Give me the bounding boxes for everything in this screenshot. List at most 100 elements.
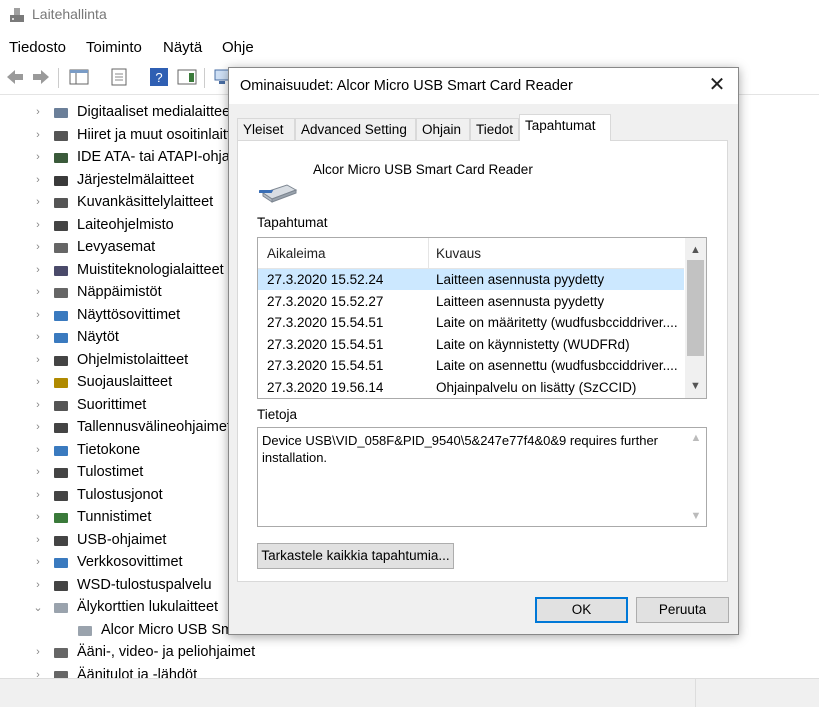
expand-chevron-icon[interactable]: ›	[32, 354, 44, 366]
event-row[interactable]: 27.3.2020 19.56.14 Ohjainpalvelu on lisät…	[258, 377, 684, 398]
cancel-button[interactable]: Peruuta	[636, 597, 729, 623]
action-pane-icon[interactable]	[176, 66, 198, 88]
event-row[interactable]: 27.3.2020 15.52.24 Laitteen asennusta pyy…	[258, 269, 684, 290]
menu-action[interactable]: Toiminto	[86, 39, 142, 56]
info-scrollbar[interactable]: ▲ ▼	[686, 428, 706, 526]
menu-help[interactable]: Ohje	[222, 39, 254, 56]
expand-chevron-icon[interactable]: ›	[32, 646, 44, 658]
column-separator[interactable]	[428, 238, 429, 268]
expand-chevron-icon[interactable]: ›	[32, 421, 44, 433]
expand-chevron-icon[interactable]: ›	[32, 579, 44, 591]
expand-chevron-icon[interactable]: ›	[32, 376, 44, 388]
tree-category-item[interactable]: › Verkkosovittimet	[0, 552, 260, 574]
menu-view[interactable]: Näytä	[163, 39, 202, 56]
tree-category-item[interactable]: › Levyasemat	[0, 237, 260, 259]
console-tree-icon[interactable]	[68, 66, 90, 88]
tree-item-label: USB-ohjaimet	[77, 531, 167, 548]
column-header-timestamp[interactable]: Aikaleima	[267, 246, 326, 261]
event-row[interactable]: 27.3.2020 15.54.51 Laite on asennettu (wu…	[258, 355, 684, 376]
tree-category-item[interactable]: › Hiiret ja muut osoitinlaitteet	[0, 125, 260, 147]
monitor-icon	[54, 333, 68, 343]
events-scrollbar[interactable]: ▲ ▼	[685, 238, 706, 398]
expand-chevron-icon[interactable]: ›	[32, 264, 44, 276]
expand-chevron-icon[interactable]: ›	[32, 489, 44, 501]
expand-chevron-icon[interactable]: ›	[32, 669, 44, 679]
media-device-icon	[54, 108, 68, 118]
tree-category-item[interactable]: › USB-ohjaimet	[0, 530, 260, 552]
close-icon[interactable]: ✕	[706, 74, 728, 96]
expand-chevron-icon[interactable]: ›	[32, 534, 44, 546]
event-timestamp: 27.3.2020 15.52.24	[267, 272, 384, 287]
forward-arrow-icon[interactable]	[30, 66, 52, 88]
tab-advanced-setting[interactable]: Advanced Setting	[295, 118, 416, 140]
menu-file[interactable]: Tiedosto	[9, 39, 66, 56]
tree-device-item[interactable]: Alcor Micro USB Smart Card Reader	[0, 620, 337, 642]
tree-category-item[interactable]: › Ääni-, video- ja peliohjaimet	[0, 642, 260, 664]
expand-chevron-icon[interactable]: ›	[32, 219, 44, 231]
expand-chevron-icon[interactable]: ›	[32, 444, 44, 456]
tree-category-item[interactable]: › IDE ATA- tai ATAPI-ohjaimet	[0, 147, 260, 169]
network-adapter-icon	[54, 558, 68, 568]
ide-controller-icon	[54, 153, 68, 163]
keyboard-icon	[54, 288, 68, 298]
display-adapter-icon	[54, 310, 68, 321]
tree-category-item[interactable]: › Näyttösovittimet	[0, 305, 260, 327]
tree-category-item[interactable]: ⌄ Älykorttien lukulaitteet	[0, 597, 260, 619]
expand-chevron-icon[interactable]: ›	[32, 286, 44, 298]
tree-category-item[interactable]: › Muistiteknologialaitteet	[0, 260, 260, 282]
collapse-chevron-icon[interactable]: ⌄	[32, 601, 44, 614]
expand-chevron-icon[interactable]: ›	[32, 511, 44, 523]
scroll-down-icon[interactable]: ▼	[685, 376, 706, 396]
back-arrow-icon[interactable]	[4, 66, 26, 88]
expand-chevron-icon[interactable]: ›	[32, 556, 44, 568]
expand-chevron-icon[interactable]: ›	[32, 241, 44, 253]
expand-chevron-icon[interactable]: ›	[32, 331, 44, 343]
event-row[interactable]: 27.3.2020 15.54.51 Laite on käynnistetty …	[258, 334, 684, 355]
expand-chevron-icon[interactable]: ›	[32, 399, 44, 411]
tab-details[interactable]: Tiedot	[470, 118, 519, 140]
scroll-down-icon[interactable]: ▼	[686, 510, 706, 522]
tree-category-item[interactable]: › Suorittimet	[0, 395, 260, 417]
help-icon[interactable]: ?	[148, 66, 170, 88]
view-all-events-button[interactable]: Tarkastele kaikkia tapahtumia...	[257, 543, 454, 569]
event-row[interactable]: 27.3.2020 15.52.27 Laitteen asennusta pyy…	[258, 291, 684, 312]
tree-category-item[interactable]: › Suojauslaitteet	[0, 372, 260, 394]
tree-category-item[interactable]: › Äänitulot ja -lähdöt	[0, 665, 260, 679]
tree-category-item[interactable]: › Näppäimistöt	[0, 282, 260, 304]
tree-category-item[interactable]: › Näytöt	[0, 327, 260, 349]
expand-chevron-icon[interactable]: ›	[32, 106, 44, 118]
tree-category-item[interactable]: › Digitaaliset medialaitteet	[0, 102, 260, 124]
tree-category-item[interactable]: › WSD-tulostuspalvelu	[0, 575, 260, 597]
tree-category-item[interactable]: › Tallennusvälineohjaimet	[0, 417, 260, 439]
events-list-header: Aikaleima Kuvaus	[258, 238, 684, 269]
tree-category-item[interactable]: › Kuvankäsittelylaitteet	[0, 192, 260, 214]
events-list[interactable]: Aikaleima Kuvaus 27.3.2020 15.52.24 Laitt…	[257, 237, 707, 399]
event-row[interactable]: 27.3.2020 15.54.51 Laite on määritetty (w…	[258, 312, 684, 333]
expand-chevron-icon[interactable]: ›	[32, 309, 44, 321]
tab-events[interactable]: Tapahtumat	[519, 114, 611, 141]
scrollbar-thumb[interactable]	[687, 260, 704, 356]
smart-card-reader-icon	[54, 603, 68, 613]
tree-category-item[interactable]: › Tulostusjonot	[0, 485, 260, 507]
tree-category-item[interactable]: › Tunnistimet	[0, 507, 260, 529]
tree-category-item[interactable]: › Tulostimet	[0, 462, 260, 484]
scroll-up-icon[interactable]: ▲	[685, 240, 706, 260]
expand-chevron-icon[interactable]: ›	[32, 196, 44, 208]
scroll-up-icon[interactable]: ▲	[686, 432, 706, 444]
audio-icon	[54, 648, 68, 658]
expand-chevron-icon[interactable]: ›	[32, 151, 44, 163]
properties-icon[interactable]	[108, 66, 130, 88]
info-textbox[interactable]: Device USB\VID_058F&PID_9540\5&247e77f4&…	[257, 427, 707, 527]
tree-category-item[interactable]: › Laiteohjelmisto	[0, 215, 260, 237]
expand-chevron-icon[interactable]: ›	[32, 129, 44, 141]
tab-general[interactable]: Yleiset	[237, 118, 295, 140]
tab-driver[interactable]: Ohjain	[416, 118, 470, 140]
tree-category-item[interactable]: › Tietokone	[0, 440, 260, 462]
tree-category-item[interactable]: › Ohjelmistolaitteet	[0, 350, 260, 372]
column-header-description[interactable]: Kuvaus	[436, 246, 481, 261]
tree-category-item[interactable]: › Järjestelmälaitteet	[0, 170, 260, 192]
expand-chevron-icon[interactable]: ›	[32, 466, 44, 478]
expand-chevron-icon[interactable]: ›	[32, 174, 44, 186]
ok-button[interactable]: OK	[535, 597, 628, 623]
event-description: Laite on määritetty (wudfusbcciddriver..…	[436, 315, 678, 330]
